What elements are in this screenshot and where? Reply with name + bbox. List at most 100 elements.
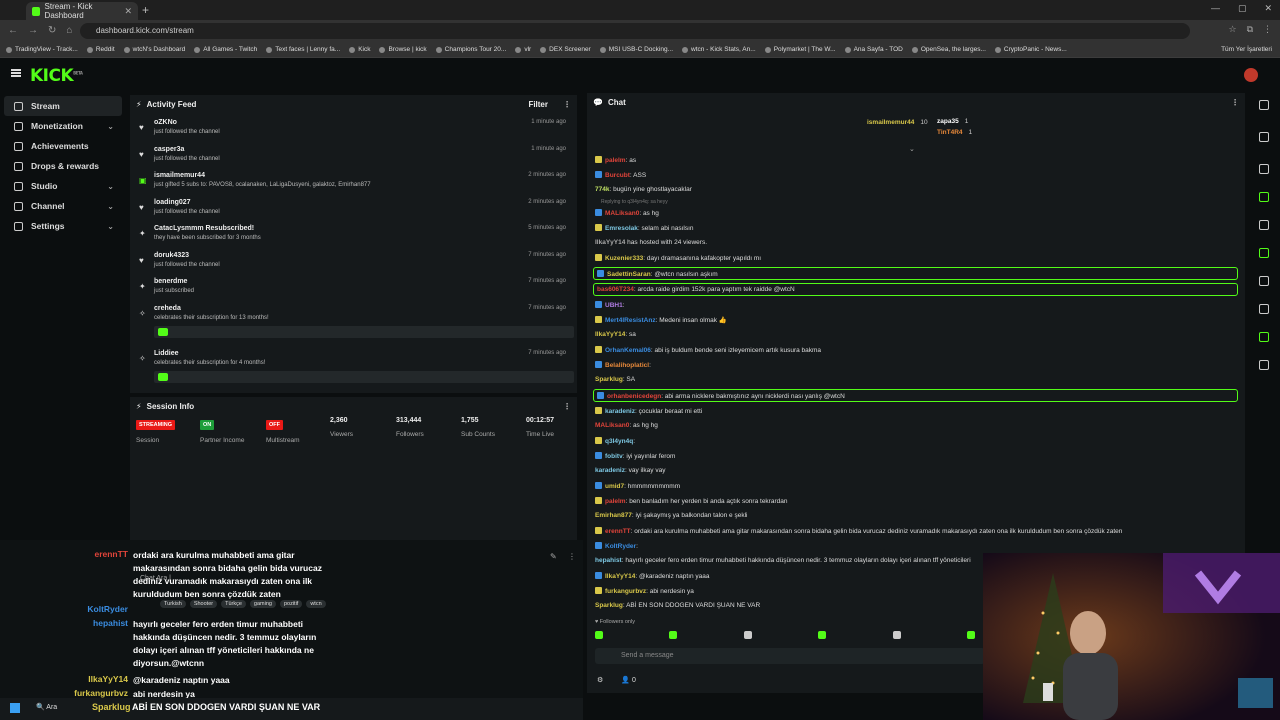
kick-logo[interactable]: KICKBETA — [30, 66, 83, 86]
chat-username[interactable]: Sparklug — [595, 602, 623, 609]
menu-icon[interactable]: ⋮ — [1263, 24, 1272, 35]
bookmark-item[interactable]: Polymarket | The W... — [764, 46, 836, 53]
chat-username[interactable]: MALiksan0 — [595, 422, 629, 429]
hamburger-menu-icon[interactable] — [11, 69, 21, 77]
stream-tag[interactable]: gaming — [249, 600, 276, 608]
bookmark-item[interactable]: TradingView - Track... — [6, 46, 78, 53]
bookmark-item[interactable]: All Games - Twitch — [194, 46, 257, 53]
chat-username[interactable]: IlkaYyY14 — [595, 331, 625, 338]
chat-settings-icon[interactable]: ⚙ — [597, 676, 603, 684]
chat-username[interactable]: erennTT — [605, 528, 631, 535]
info-icon[interactable] — [1259, 100, 1269, 110]
activity-username[interactable]: creheda — [154, 305, 181, 312]
chat-message[interactable]: Kuzenier333: dayı dramasanına kafakopter… — [593, 251, 1238, 264]
browser-tab[interactable]: Stream - Kick Dashboard ✕ — [26, 2, 138, 20]
filter-button[interactable]: Filter — [528, 100, 548, 109]
chat-message[interactable]: MALiksan0: as hg — [593, 206, 1238, 219]
emote-icon[interactable] — [669, 631, 678, 639]
emote-icon[interactable] — [892, 631, 901, 639]
activity-more-icon[interactable]: ⋮ — [563, 100, 571, 109]
users-icon[interactable]: 👤 0 — [621, 676, 636, 684]
stream-tag[interactable]: Shooter — [189, 600, 218, 608]
chat-message[interactable]: fobitv: iyi yayınlar ferom — [593, 449, 1238, 462]
bookmark-item[interactable]: Browse | kick — [379, 46, 427, 53]
pencil-icon[interactable] — [1259, 132, 1269, 142]
top-gifter[interactable]: zapa35 1 — [937, 118, 968, 125]
chat-message[interactable]: Mert4lResistAnz: Medeni insan olmak 👍 — [593, 313, 1238, 326]
document-icon[interactable] — [1259, 220, 1269, 230]
forward-icon[interactable]: → — [28, 25, 38, 36]
chat-username[interactable]: hepahist — [595, 557, 622, 564]
chevron-down-icon[interactable]: ⌄ — [107, 202, 114, 211]
top-gifter[interactable]: ismailmemur44 10 — [867, 119, 928, 126]
chevron-down-icon[interactable]: ⌄ — [107, 122, 114, 131]
bookmark-item[interactable]: OpenSea, the larges... — [911, 46, 986, 53]
chat-message[interactable]: Emresolak: selam abi nasılsın — [593, 221, 1238, 234]
star-icon[interactable]: ☆ — [1228, 24, 1236, 35]
chat-message[interactable]: umid7: hmmmmmmmmm — [593, 479, 1238, 492]
bookmark-item[interactable]: Champions Tour 20... — [435, 46, 506, 53]
share-icon[interactable] — [1259, 360, 1269, 370]
sidebar-item-drops-rewards[interactable]: Drops & rewards — [4, 156, 122, 176]
chat-username[interactable]: fobitv — [605, 453, 623, 460]
chat-message[interactable]: KoltRyder: — [593, 539, 1238, 552]
close-tab-icon[interactable]: ✕ — [124, 6, 132, 17]
activity-username[interactable]: oZKNo — [154, 119, 177, 126]
chat-message[interactable]: IlkaYyY14: sa — [593, 328, 1238, 341]
chat-username[interactable]: Emresolak — [605, 225, 638, 232]
chat-username[interactable]: KoltRyder — [605, 543, 636, 550]
chat-username[interactable]: karadeniz — [605, 408, 635, 415]
chat-message[interactable]: orhanbenicedegn: abi arma nicklere bakmı… — [593, 389, 1238, 402]
sidebar-item-monetization[interactable]: Monetization ⌄ — [4, 116, 122, 136]
chat-username[interactable]: IlkaYyY14 — [595, 239, 625, 246]
emote-icon[interactable] — [743, 631, 752, 639]
chat-username[interactable]: Kuzenier333 — [605, 255, 643, 262]
chat-message[interactable]: palelm: as — [593, 153, 1238, 166]
sidebar-item-channel[interactable]: Channel ⌄ — [4, 196, 122, 216]
activity-username[interactable]: ismailmemur44 — [154, 172, 205, 179]
chat-message[interactable]: erennTT: ordaki ara kurulma muhabbeti am… — [593, 524, 1238, 537]
stream-tag[interactable]: wtcn — [306, 600, 326, 608]
bookmark-item[interactable]: Kick — [349, 46, 370, 53]
bolt-icon[interactable] — [1259, 192, 1269, 202]
chat-message[interactable]: Emirhan877: iyi şakaymış ya balkondan ta… — [593, 509, 1238, 522]
stream-tag[interactable]: pozitif — [279, 600, 303, 608]
maximize-icon[interactable]: ▢ — [1238, 3, 1247, 14]
collapse-icon[interactable]: ⌄ — [909, 145, 915, 153]
chat-username[interactable]: orhanbenicedegn — [607, 393, 661, 400]
chat-message[interactable]: UBH1: — [593, 298, 1238, 311]
chat-message[interactable]: karadeniz: çocuklar beraat mi etti — [593, 404, 1238, 417]
chat-username[interactable]: SadettinSaran — [607, 271, 651, 278]
chat-message[interactable]: MALiksan0: as hg hg — [593, 419, 1238, 432]
chat-username[interactable]: UBH1 — [605, 302, 623, 309]
chat-username[interactable]: Mert4lResistAnz — [605, 317, 656, 324]
bookmark-item[interactable]: wtcN's Dashboard — [123, 46, 185, 53]
overlay-more-icon[interactable]: ⋮ — [568, 552, 576, 561]
chat-message[interactable]: Sparklug: SA — [593, 373, 1238, 386]
chat-message[interactable]: SadettinSaran: @wtcn nasılsın aşkım — [593, 267, 1238, 280]
edit-icon[interactable]: ✎ — [550, 552, 557, 561]
chat-more-icon[interactable]: ⋮ — [1231, 98, 1239, 107]
activity-username[interactable]: doruk4323 — [154, 252, 189, 259]
chat-message-input[interactable]: Send a message — [595, 648, 985, 664]
chat-username[interactable]: 774k — [595, 186, 609, 193]
chat-username[interactable]: MALiksan0 — [605, 210, 639, 217]
activity-username[interactable]: loading027 — [154, 199, 191, 206]
chat-username[interactable]: Belalihoplaticl — [605, 362, 649, 369]
close-window-icon[interactable]: ✕ — [1264, 3, 1272, 14]
chat-bubble-icon[interactable] — [1259, 248, 1269, 258]
stack-icon[interactable] — [1259, 304, 1269, 314]
taskbar-search[interactable]: 🔍 Ara — [36, 703, 57, 711]
top-gifter[interactable]: TinT4R4 1 — [937, 129, 972, 136]
url-input[interactable]: dashboard.kick.com/stream — [80, 23, 1190, 39]
wrench-icon[interactable] — [1259, 332, 1269, 342]
chat-username[interactable]: IlkaYyY14 — [605, 573, 635, 580]
bookmark-item[interactable]: Reddit — [86, 46, 115, 53]
stream-tag[interactable]: Turkish — [160, 600, 186, 608]
activity-username[interactable]: casper3a — [154, 146, 184, 153]
bookmark-item[interactable]: wtcn - Kick Stats, An... — [682, 46, 756, 53]
emote-icon[interactable] — [595, 631, 603, 639]
chat-username[interactable]: OrhanKemal06 — [605, 347, 651, 354]
chat-username[interactable]: karadeniz — [595, 467, 625, 474]
chat-username[interactable]: Emirhan877 — [595, 512, 632, 519]
